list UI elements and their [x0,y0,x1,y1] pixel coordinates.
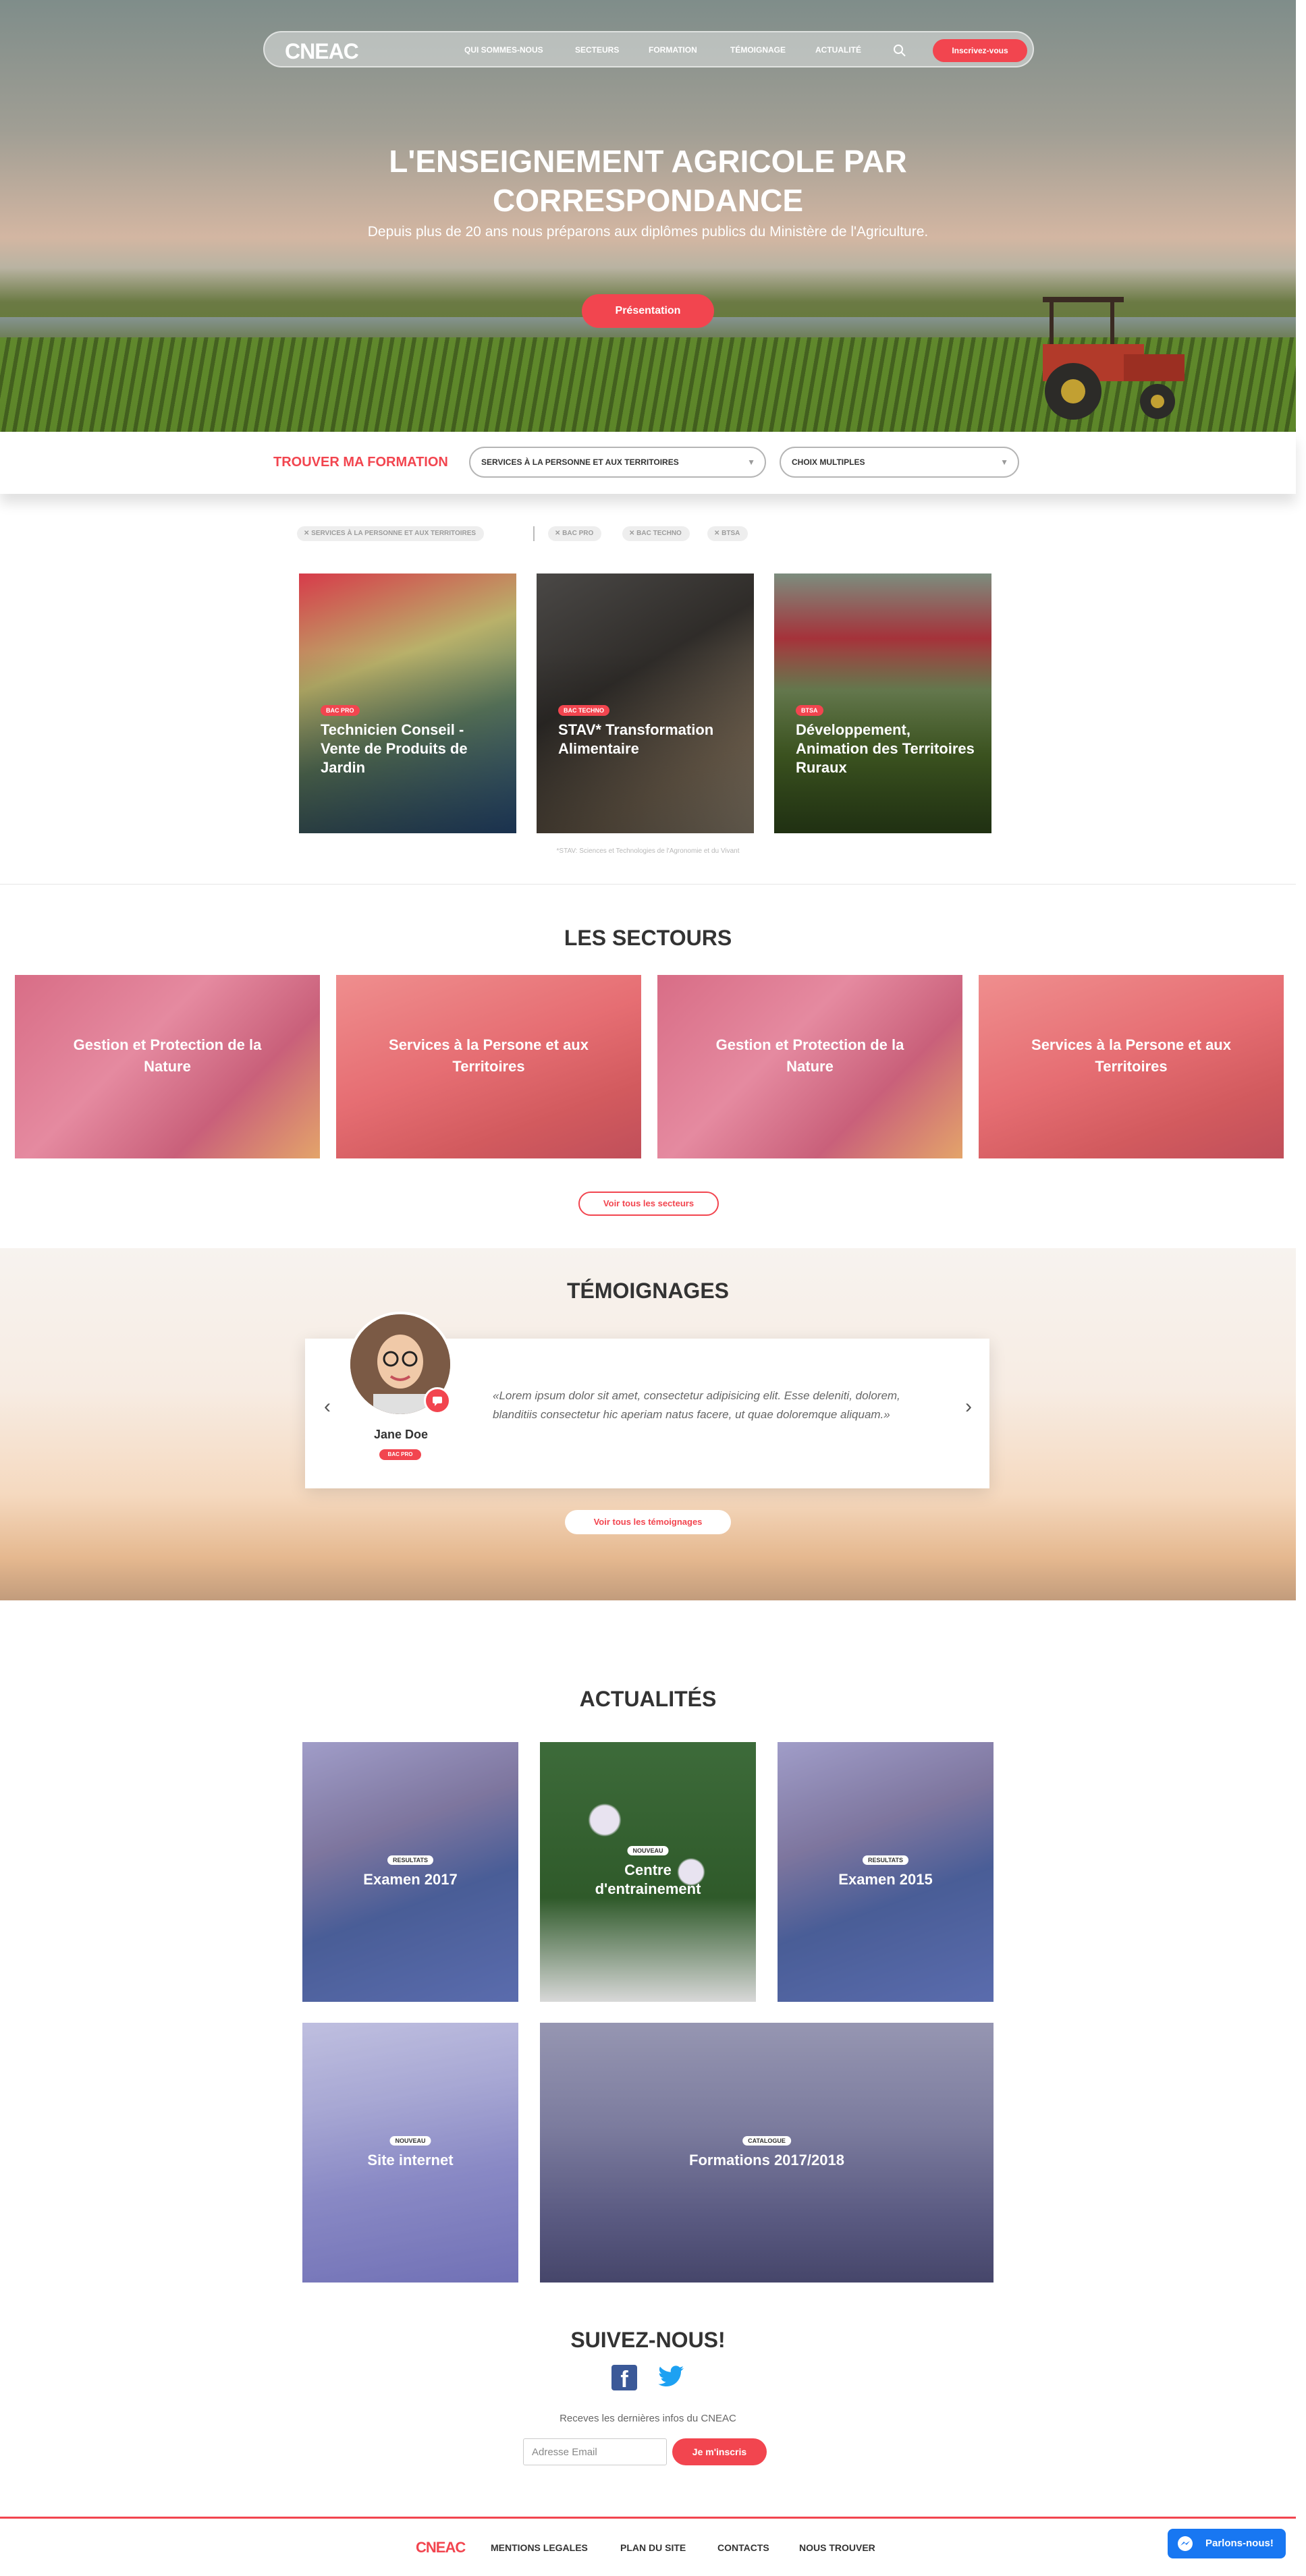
messenger-icon [1178,2536,1193,2551]
news-title-label: Examen 2017 [363,1871,458,1888]
sector-label: Gestion et Protection de la Nature [73,1036,262,1075]
facebook-icon[interactable]: f [611,2365,637,2392]
newsletter-text: Receves les dernières infos du CNEAC [560,2413,736,2424]
nav-item-qui-sommes-nous[interactable]: QUI SOMMES-NOUS [464,45,543,55]
sector-card[interactable]: Services à la Persone et aux Territoires [336,975,641,1158]
sector-select[interactable]: SERVICES À LA PERSONNE ET AUX TERRITOIRE… [469,447,766,478]
testimonial-tag: BAC PRO [379,1449,421,1460]
all-sectors-button[interactable]: Voir tous les secteurs [578,1192,719,1216]
filter-chip-label: BAC PRO [562,530,594,537]
news-badge: RESULTATS [863,1855,908,1865]
footer-link-nous-trouver[interactable]: NOUS TROUVER [799,2542,875,2553]
news-title-label: Formations 2017/2018 [689,2152,844,2168]
chevron-right-icon[interactable]: › [965,1395,972,1418]
follow-title: SUIVEZ-NOUS! [570,2328,726,2352]
course-card[interactable]: BAC TECHNO STAV* Transformation Alimenta… [537,573,754,833]
twitter-icon[interactable] [658,2365,685,2389]
hero-subtitle: Depuis plus de 20 ans nous préparons aux… [367,224,929,240]
news-badge: RESULTATS [387,1855,433,1865]
footer-divider [0,2517,1296,2519]
news-card[interactable]: NOUVEAU Centre d'entrainement [540,1742,756,2002]
signup-button[interactable]: Inscrivez-vous [933,39,1027,62]
filter-separator [533,526,535,541]
news-title-label: Site internet [367,2152,454,2168]
course-shade [299,573,516,833]
nav-item-actualite[interactable]: ACTUALITÉ [815,45,861,55]
formation-finder: TROUVER MA FORMATION SERVICES À LA PERSO… [0,432,1296,494]
news-card[interactable]: RESULTATS Examen 2017 [302,1742,518,2002]
level-select-value: CHOIX MULTIPLES [792,457,865,467]
news-title-label: Centre d'entrainement [595,1861,701,1897]
course-card[interactable]: BAC PRO Technicien Conseil - Vente de Pr… [299,573,516,833]
filter-chip-label: SERVICES À LA PERSONNE ET AUX TERRITOIRE… [311,530,477,537]
nav-item-secteurs[interactable]: SECTEURS [575,45,619,55]
sector-card[interactable]: Gestion et Protection de la Nature [657,975,962,1158]
course-badge: BAC TECHNO [558,705,609,716]
chat-bubble-icon [424,1387,451,1414]
messenger-chat-label: Parlons-nous! [1205,2538,1274,2549]
filter-chip[interactable]: ✕ SERVICES À LA PERSONNE ET AUX TERRITOI… [297,526,485,541]
news-title-label: Examen 2015 [838,1871,933,1888]
stav-footnote: *STAV: Sciences et Technologies de l'Agr… [556,847,740,855]
sector-label: Services à la Persone et aux Territoires [1031,1036,1231,1075]
sector-card[interactable]: Gestion et Protection de la Nature [15,975,320,1158]
news-title: ACTUALITÉS [579,1687,717,1711]
sector-card[interactable]: Services à la Persone et aux Territoires [979,975,1284,1158]
all-testimonials-button[interactable]: Voir tous les témoignages [565,1510,731,1534]
section-divider [0,884,1296,885]
sector-label: Services à la Persone et aux Territoires [389,1036,589,1075]
filter-chip-label: BAC TECHNO [636,530,682,537]
nav-item-formation[interactable]: FORMATION [649,45,697,55]
filter-chip-label: BTSA [722,530,740,537]
footer-link-plan[interactable]: PLAN DU SITE [620,2542,686,2553]
chevron-down-icon: ▼ [1000,457,1008,467]
finder-label: TROUVER MA FORMATION [273,455,448,470]
news-badge: NOUVEAU [627,1846,669,1855]
tractor-illustration [1043,297,1185,420]
news-card[interactable]: RESULTATS Examen 2015 [778,1742,994,2002]
testimonial-quote: «Lorem ipsum dolor sit amet, consectetur… [493,1389,900,1421]
news-badge: CATALOGUE [742,2136,791,2146]
course-badge: BTSA [796,705,823,716]
footer-logo[interactable]: CNEAC [416,2539,466,2556]
site-logo[interactable]: CNEAC [285,39,359,64]
filter-chip[interactable]: ✕ BAC TECHNO [622,526,690,541]
course-title: Développement, Animation des Territoires… [796,721,975,776]
footer-link-mentions[interactable]: MENTIONS LEGALES [491,2542,588,2553]
course-shade [537,573,754,833]
subscribe-button[interactable]: Je m'inscris [672,2438,767,2465]
sector-select-value: SERVICES À LA PERSONNE ET AUX TERRITOIRE… [481,457,679,467]
sector-label: Gestion et Protection de la Nature [715,1036,904,1075]
messenger-chat-button[interactable]: Parlons-nous! [1168,2529,1286,2558]
course-card[interactable]: BTSA Développement, Animation des Territ… [774,573,991,833]
nav-item-temoignage[interactable]: TÉMOIGNAGE [730,45,786,55]
chevron-left-icon[interactable]: ‹ [324,1395,331,1418]
search-icon[interactable] [891,42,908,59]
testimonial-name: Jane Doe [373,1428,429,1441]
level-select[interactable]: CHOIX MULTIPLES ▼ [780,447,1019,478]
course-shade [774,573,991,833]
news-card[interactable]: CATALOGUE Formations 2017/2018 [540,2023,994,2283]
news-badge: NOUVEAU [389,2136,431,2146]
chevron-down-icon: ▼ [747,457,755,467]
course-title: STAV* Transformation Alimentaire [558,721,714,757]
email-field[interactable] [523,2438,667,2465]
presentation-button[interactable]: Présentation [582,294,714,328]
filter-chip[interactable]: ✕ BTSA [707,526,749,541]
hero-title: L'ENSEIGNEMENT AGRICOLE PAR CORRESPONDAN… [389,144,907,218]
footer-link-contacts[interactable]: CONTACTS [717,2542,769,2553]
news-card[interactable]: NOUVEAU Site internet [302,2023,518,2283]
testimonials-title: TÉMOIGNAGES [566,1279,729,1303]
sectors-title: LES SECTOURS [564,926,732,950]
filter-chip[interactable]: ✕ BAC PRO [548,526,602,541]
course-title: Technicien Conseil - Vente de Produits d… [321,721,468,776]
course-badge: BAC PRO [321,705,360,716]
main-navbar: CNEAC QUI SOMMES-NOUS SECTEURS FORMATION… [263,31,1034,67]
